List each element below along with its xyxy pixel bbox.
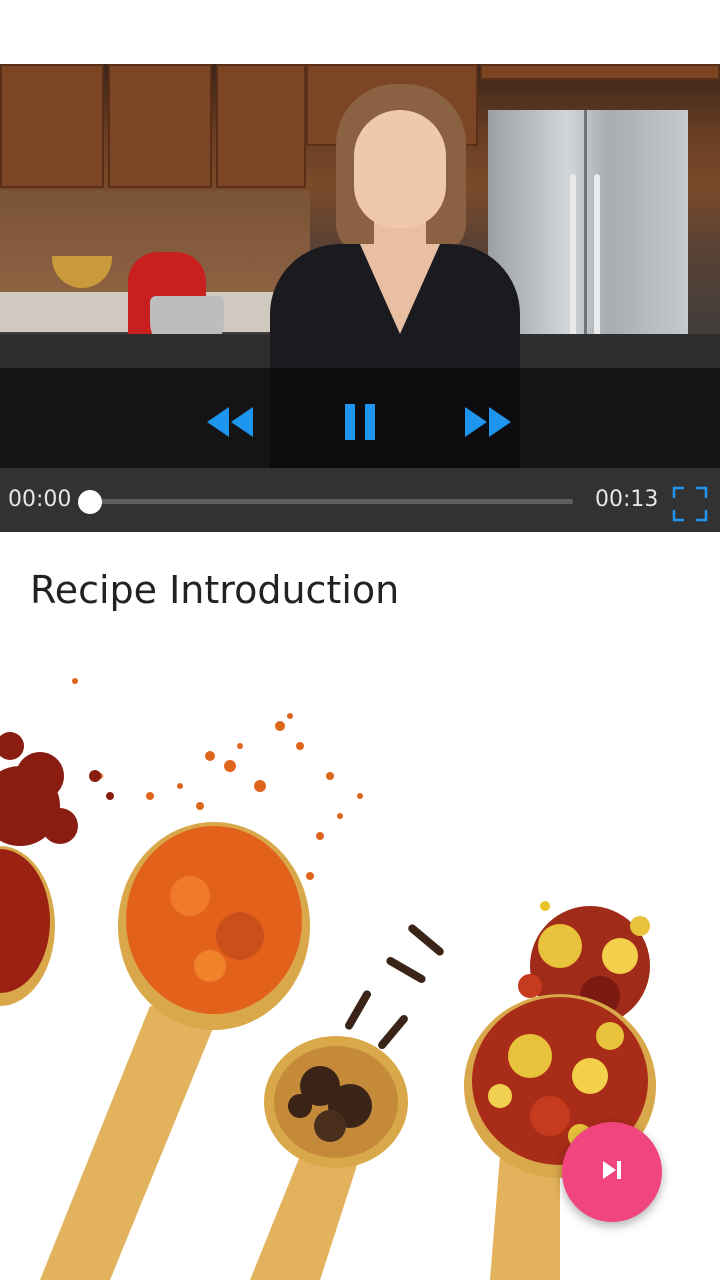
paprika-spoon	[40, 822, 310, 1280]
next-fab[interactable]	[562, 1122, 662, 1222]
red-spice-pile	[0, 732, 114, 846]
duration: 00:13	[595, 487, 659, 512]
red-spice-spoon	[0, 846, 55, 1006]
pause-icon[interactable]	[340, 402, 380, 442]
skip-next-icon	[601, 1159, 623, 1185]
player-controls-overlay	[0, 368, 720, 468]
video-frame[interactable]	[0, 64, 720, 468]
top-spacer	[0, 0, 720, 64]
rewind-icon[interactable]	[206, 404, 254, 440]
kitchen-cabinet	[480, 64, 720, 80]
clove-spoon	[250, 1036, 408, 1280]
kitchen-cabinet	[0, 64, 104, 188]
presenter-face	[354, 110, 446, 228]
clove-scatter	[345, 924, 444, 1050]
seekbar: 00:00 00:13	[0, 468, 720, 532]
fullscreen-icon[interactable]	[672, 486, 708, 522]
progress-thumb[interactable]	[78, 490, 102, 514]
presenter-neckline	[360, 244, 440, 334]
current-time: 00:00	[8, 487, 72, 512]
page-title: Recipe Introduction	[30, 568, 400, 612]
progress-track[interactable]	[90, 499, 573, 504]
kitchen-cabinet	[108, 64, 212, 188]
fast-forward-icon[interactable]	[464, 404, 512, 440]
